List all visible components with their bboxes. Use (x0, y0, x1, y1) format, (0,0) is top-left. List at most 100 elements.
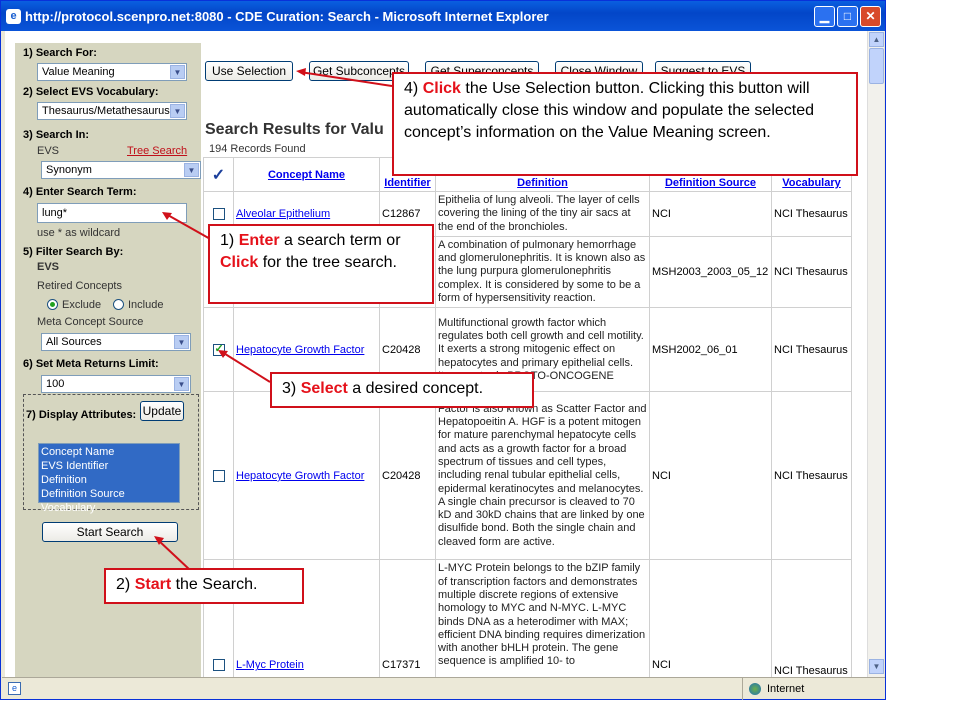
source-cell: MSH2002_06_01 (649, 307, 772, 393)
concept-name-link[interactable]: Hepatocyte Growth Factor (236, 470, 364, 482)
definition-cell: A combination of pulmonary hemorrhage an… (435, 235, 650, 309)
callout-start-search: 2) Start the Search. (104, 568, 304, 604)
chevron-down-icon: ▼ (184, 163, 199, 177)
scroll-down-icon[interactable]: ▼ (869, 659, 884, 674)
concept-name-header[interactable]: Concept Name (233, 157, 380, 192)
minimize-icon[interactable]: ▁ (814, 6, 835, 27)
callout-text: for the tree search. (258, 254, 397, 271)
limit-select[interactable]: 100 ▼ (41, 375, 191, 393)
search-term-input[interactable]: lung* (37, 203, 187, 223)
attribute-item[interactable]: EVS Identifier (41, 459, 177, 473)
attribute-item[interactable]: Vocabulary (41, 501, 177, 515)
identifier-cell: C20428 (379, 391, 436, 561)
search-for-value: Value Meaning (42, 66, 115, 78)
zone-label: Internet (767, 683, 805, 695)
callout-number: 1) (220, 232, 235, 249)
source-cell: MSH2003_2003_05_12 (649, 235, 772, 309)
source-cell: NCI (649, 191, 772, 237)
row-checkbox[interactable] (212, 207, 225, 220)
vocab-label: 2) Select EVS Vocabulary: (23, 86, 159, 98)
definition-cell: Factor is also known as Scatter Factor a… (435, 391, 650, 561)
vocab-cell: NCI Thesaurus (771, 307, 852, 393)
search-for-select[interactable]: Value Meaning ▼ (37, 63, 187, 81)
limit-value: 100 (46, 378, 65, 390)
chevron-down-icon: ▼ (170, 104, 185, 118)
page-icon: e (8, 682, 21, 695)
display-label: 7) Display Attributes: (26, 409, 137, 421)
maximize-icon[interactable]: □ (837, 6, 858, 27)
callout-use-selection: 4) Click the Use Selection button. Click… (392, 72, 858, 176)
update-button[interactable]: Update (140, 401, 184, 421)
limit-label: 6) Set Meta Returns Limit: (23, 358, 159, 370)
callout-highlight: Enter (238, 232, 280, 249)
vocab-select[interactable]: Thesaurus/Metathesaurus ▼ (37, 102, 187, 120)
window-title: http://protocol.scenpro.net:8080 - CDE C… (25, 8, 549, 24)
evs-label: EVS (37, 145, 60, 157)
attribute-item[interactable]: Concept Name (41, 445, 177, 459)
row-checkbox-checked[interactable] (212, 342, 225, 356)
meta-source-label: Meta Concept Source (37, 316, 144, 328)
concept-name-link[interactable]: L-Myc Protein (236, 659, 304, 671)
filter-label: 5) Filter Search By: (23, 246, 124, 258)
callout-text: the Search. (171, 576, 258, 593)
security-zone: Internet (742, 678, 804, 700)
callout-enter-term: 1) Enter a search term or Click for the … (208, 224, 434, 304)
exclude-label: Exclude (62, 299, 102, 311)
vocab-value: Thesaurus/Metathesaurus (42, 105, 170, 117)
callout-number: 4) (404, 80, 419, 97)
display-attributes-box: 7) Display Attributes: Update Concept Na… (23, 394, 199, 514)
callout-text: a search term or (279, 232, 401, 249)
close-icon[interactable]: ✕ (860, 6, 881, 27)
source-cell: NCI (649, 559, 772, 677)
retired-label: Retired Concepts (37, 280, 122, 292)
vocab-cell: NCI Thesaurus (771, 235, 852, 309)
callout-text: the Use Selection button. Clicking this … (404, 80, 815, 141)
globe-icon (749, 683, 761, 696)
row-checkbox[interactable] (212, 469, 225, 482)
vertical-scrollbar[interactable]: ▲ ▼ (867, 31, 884, 677)
title-bar: e http://protocol.scenpro.net:8080 - CDE… (1, 1, 885, 31)
use-selection-button[interactable]: Use Selection (205, 61, 293, 81)
source-cell: NCI (649, 391, 772, 561)
callout-highlight: Start (134, 576, 172, 593)
results-title: Search Results for Valu (205, 121, 384, 138)
callout-highlight: Click (422, 80, 461, 97)
definition-cell: Epithelia of lung alveoli. The layer of … (435, 191, 650, 237)
row-checkbox[interactable] (212, 659, 225, 672)
wildcard-hint: use * as wildcard (37, 227, 121, 239)
include-radio[interactable] (113, 299, 124, 310)
attributes-listbox[interactable]: Concept Name EVS Identifier Definition D… (38, 443, 180, 514)
meta-source-value: All Sources (46, 336, 102, 348)
search-in-value: Synonym (46, 164, 92, 176)
tree-search-link[interactable]: Tree Search (127, 145, 187, 157)
vocab-cell: NCI Thesaurus (771, 391, 852, 561)
term-label: 4) Enter Search Term: (23, 186, 137, 198)
meta-source-select[interactable]: All Sources ▼ (41, 333, 191, 351)
callout-select-concept: 3) Select a desired concept. (270, 372, 534, 408)
concept-name-link[interactable]: Hepatocyte Growth Factor (236, 344, 364, 356)
chevron-down-icon: ▼ (174, 377, 189, 391)
start-search-button[interactable]: Start Search (42, 522, 178, 542)
attribute-item[interactable]: Definition Source (41, 487, 177, 501)
check-all-header[interactable]: ✓ (203, 157, 234, 192)
callout-number: 2) (116, 576, 131, 593)
callout-highlight: Select (300, 380, 348, 397)
identifier-cell: C17371 (379, 559, 436, 677)
definition-cell: L-MYC Protein belongs to the bZIP family… (435, 559, 650, 677)
table-row: Hepatocyte Growth Factor C20428 Factor i… (203, 391, 852, 561)
search-in-label: 3) Search In: (23, 129, 90, 141)
filter-evs-label: EVS (37, 261, 60, 273)
status-bar: e Internet (2, 677, 885, 700)
search-in-select[interactable]: Synonym ▼ (41, 161, 201, 179)
vocab-cell: NCI Thesaurus (771, 191, 852, 237)
exclude-radio[interactable] (47, 299, 58, 310)
vocab-cell: NCI Thesaurus (771, 559, 852, 677)
records-count: 194 Records Found (209, 143, 306, 155)
scroll-up-icon[interactable]: ▲ (869, 32, 884, 47)
attribute-item[interactable]: Definition (41, 473, 177, 487)
callout-number: 3) (282, 380, 297, 397)
concept-name-link[interactable]: Alveolar Epithelium (236, 208, 330, 220)
ie-icon: e (6, 9, 21, 24)
scroll-thumb[interactable] (869, 48, 884, 84)
chevron-down-icon: ▼ (174, 335, 189, 349)
